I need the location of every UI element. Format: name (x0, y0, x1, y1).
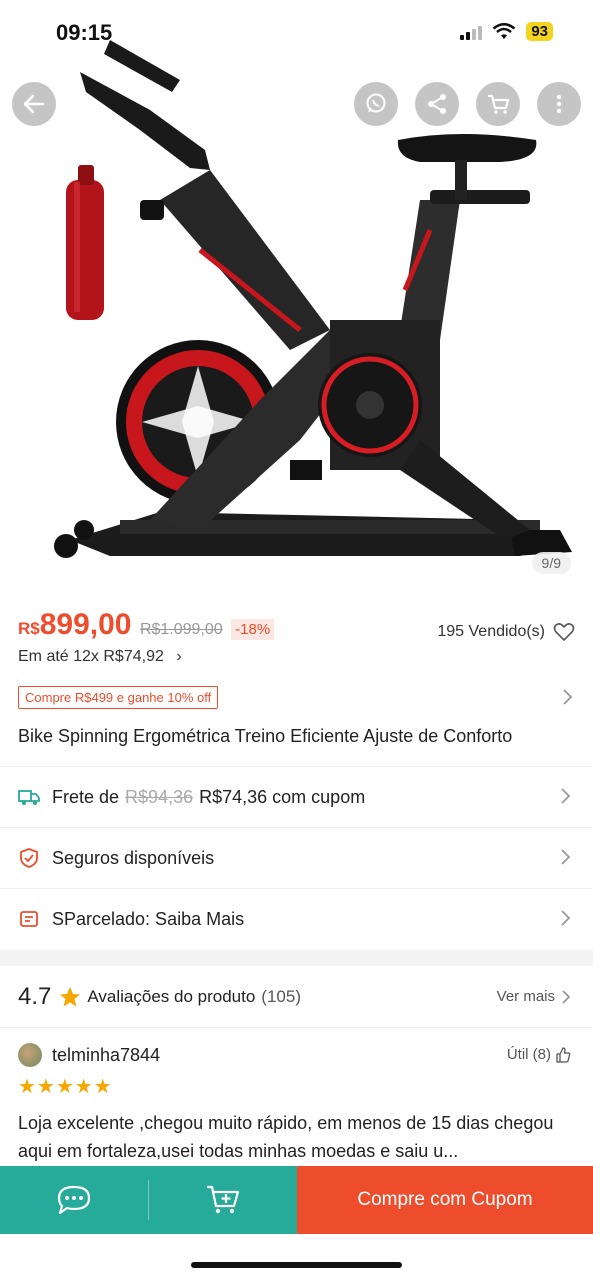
add-to-cart-icon (207, 1185, 240, 1214)
chat-icon (57, 1185, 91, 1215)
chevron-right-icon: › (176, 648, 182, 665)
sparcelado-label: SParcelado: Saiba Mais (52, 908, 245, 929)
price-currency: R$ (18, 619, 40, 638)
useful-button[interactable]: Útil (8) (507, 1046, 571, 1063)
bottom-action-bar: Compre com Cupom (0, 1166, 593, 1234)
shipping-row[interactable]: Frete de R$94,36 R$74,36 com cupom (0, 766, 593, 827)
home-indicator[interactable] (191, 1262, 402, 1268)
insurance-row[interactable]: Seguros disponíveis (0, 827, 593, 888)
see-more-label: Ver mais (496, 988, 555, 1005)
ratings-label: Avaliações do produto (87, 986, 256, 1006)
status-bar: 09:15 93 (0, 0, 593, 64)
insurance-label: Seguros disponíveis (52, 847, 215, 868)
review-stars: ★★★★★ (18, 1076, 113, 1098)
review-username: telminha7844 (52, 1044, 161, 1065)
chevron-right-icon (561, 910, 571, 926)
status-icons: 93 (460, 22, 553, 41)
coupon-row[interactable]: Compre R$499 e ganhe 10% off (18, 686, 575, 710)
share-button[interactable] (415, 82, 459, 126)
image-counter: 9/9 (531, 552, 571, 574)
cart-icon (488, 94, 510, 114)
rating-score: 4.7 (18, 982, 52, 1010)
more-button[interactable] (537, 82, 581, 126)
chevron-right-icon (562, 989, 571, 1004)
discount-badge: -18% (231, 619, 275, 640)
ratings-count: (105) (261, 986, 301, 1006)
star-icon (60, 986, 81, 1006)
useful-label: Útil (8) (506, 1046, 551, 1063)
wifi-icon (493, 22, 516, 39)
review-header: telminha7844 Útil (8) (18, 1040, 575, 1070)
battery-indicator: 93 (526, 22, 553, 41)
cart-button[interactable] (476, 82, 520, 126)
shield-icon (18, 847, 40, 869)
price-amount: 899,00 (39, 608, 132, 641)
truck-icon (18, 786, 40, 808)
sold-count: 195 Vendido(s) (437, 623, 545, 640)
installments-text: Em até 12x R$74,92 (18, 648, 164, 665)
chat-button[interactable] (0, 1166, 148, 1234)
section-divider (0, 950, 593, 966)
installments-link[interactable]: Em até 12x R$74,92 › (18, 648, 182, 666)
price-row: R$899,00 R$1.099,00 -18% 195 Vendido(s) (18, 608, 575, 648)
chevron-right-icon (561, 788, 571, 804)
review-item: telminha7844 Útil (8) ★★★★★ Loja excelen… (18, 1040, 575, 1165)
back-icon (23, 94, 45, 114)
shipping-label: Frete de (52, 786, 120, 807)
coupon-tag: Compre R$499 e ganhe 10% off (18, 686, 219, 709)
old-price: R$1.099,00 (139, 621, 223, 638)
thumbs-up-icon (556, 1046, 571, 1063)
chevron-right-icon (561, 849, 571, 865)
see-more-link[interactable]: Ver mais (497, 988, 571, 1005)
ratings-header[interactable]: 4.7 Avaliações do produto (105) Ver mais (0, 966, 593, 1028)
share-icon (428, 94, 446, 114)
sold-count-area: 195 Vendido(s) (437, 622, 575, 642)
sparcelado-icon (18, 908, 40, 930)
chevron-right-icon (563, 689, 573, 705)
add-to-cart-button[interactable] (149, 1166, 297, 1234)
product-title: Bike Spinning Ergométrica Treino Eficien… (18, 726, 513, 746)
sparcelado-row[interactable]: SParcelado: Saiba Mais (0, 888, 593, 949)
current-price: R$899,00 (18, 608, 136, 641)
shipping-new-price: R$74,36 com cupom (199, 786, 366, 807)
buy-with-coupon-button[interactable]: Compre com Cupom (297, 1166, 593, 1234)
heart-icon[interactable] (553, 622, 575, 642)
signal-icon (460, 24, 483, 40)
status-time: 09:15 (56, 20, 113, 45)
whatsapp-share-icon (366, 93, 386, 113)
review-text: Loja excelente ,chegou muito rápido, em … (18, 1113, 554, 1161)
whatsapp-share-button[interactable] (354, 82, 398, 126)
back-button[interactable] (12, 82, 56, 126)
more-icon (556, 94, 562, 114)
shipping-old-price: R$94,36 (125, 786, 194, 807)
avatar (18, 1043, 42, 1067)
